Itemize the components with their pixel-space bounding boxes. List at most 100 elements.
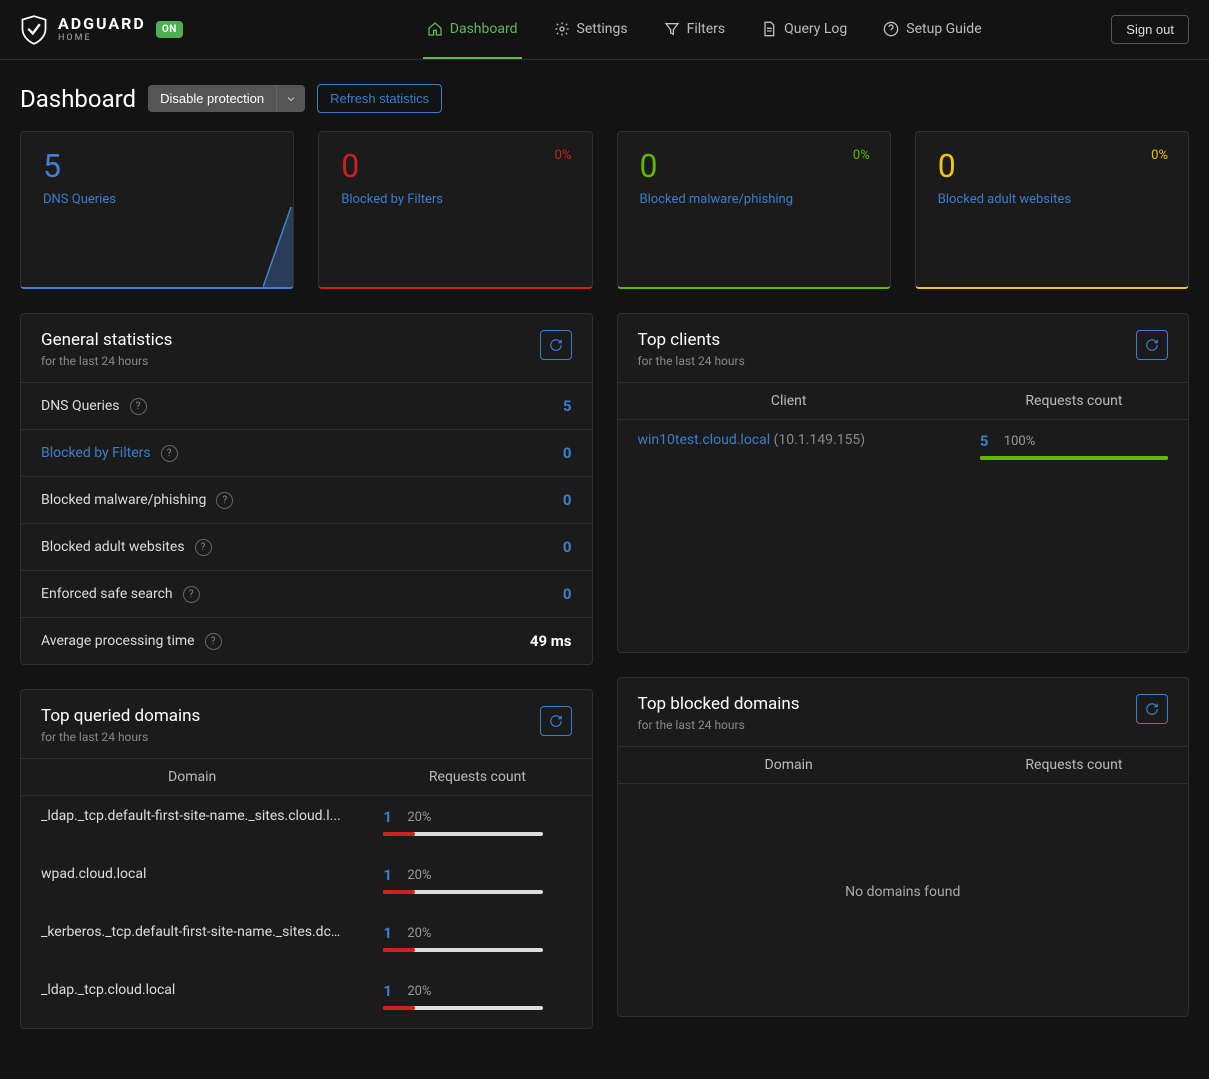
panel-subtitle: for the last 24 hours — [638, 718, 800, 732]
sparkline-icon — [263, 207, 293, 287]
stat-card-blocked-filters: 0% 0 Blocked by Filters — [318, 131, 592, 289]
stat-row: Blocked by Filters? 0 — [21, 429, 592, 476]
stat-card-dns-queries: 5 DNS Queries — [20, 131, 294, 289]
stat-label-link[interactable]: Blocked by Filters — [341, 192, 569, 207]
help-icon[interactable]: ? — [161, 445, 178, 462]
stat-row-label: Blocked adult websites — [41, 539, 185, 555]
page-title: Dashboard — [20, 85, 136, 113]
empty-message: No domains found — [618, 784, 1189, 1000]
stat-row-value: 49 ms — [530, 632, 572, 650]
stat-row: Enforced safe search? 0 — [21, 570, 592, 617]
filter-icon — [664, 21, 680, 37]
gear-icon — [554, 21, 570, 37]
document-icon — [761, 21, 777, 37]
table-row: _ldap._tcp.cloud.local 1 20% — [21, 970, 592, 1028]
nav-filters[interactable]: Filters — [660, 1, 730, 59]
stat-value: 0 — [341, 150, 569, 182]
panel-title: Top queried domains — [41, 706, 200, 726]
panel-top-blocked: Top blocked domains for the last 24 hour… — [617, 677, 1190, 1017]
help-icon[interactable]: ? — [216, 492, 233, 509]
col-requests: Requests count — [960, 383, 1188, 420]
nav-query-log[interactable]: Query Log — [757, 1, 851, 59]
request-count: 1 — [383, 866, 395, 884]
app-header: ADGUARD HOME ON Dashboard Settings Filte… — [0, 0, 1209, 60]
refresh-icon — [549, 338, 563, 352]
right-column: Top clients for the last 24 hours Client… — [617, 313, 1190, 1029]
avg-processing-row: Average processing time ? 49 ms — [21, 617, 592, 664]
stat-label-link[interactable]: DNS Queries — [43, 192, 271, 207]
refresh-stats-button[interactable]: Refresh statistics — [317, 84, 442, 113]
disable-protection-chevron[interactable] — [276, 85, 305, 112]
stat-row: Blocked adult websites?0 — [21, 523, 592, 570]
refresh-icon — [549, 714, 563, 728]
stat-label-link[interactable]: Blocked malware/phishing — [640, 192, 868, 207]
table-row: _kerberos._tcp.default-first-site-name._… — [21, 912, 592, 970]
request-pct: 20% — [407, 984, 431, 999]
stat-row: DNS Queries?5 — [21, 382, 592, 429]
help-icon[interactable]: ? — [205, 633, 222, 650]
refresh-panel-button[interactable] — [540, 706, 572, 736]
table-row: win10test.cloud.local (10.1.149.155) 5100… — [618, 420, 1189, 479]
request-pct: 20% — [407, 868, 431, 883]
left-column: General statistics for the last 24 hours… — [20, 313, 593, 1029]
help-icon[interactable]: ? — [183, 586, 200, 603]
stat-pct: 0% — [1151, 148, 1168, 163]
stat-value: 0 — [938, 150, 1166, 182]
client-link[interactable]: win10test.cloud.local (10.1.149.155) — [638, 432, 866, 448]
panel-title: Top clients — [638, 330, 745, 350]
disable-protection-dropdown: Disable protection — [148, 85, 305, 112]
nav-settings[interactable]: Settings — [550, 1, 632, 59]
requests-cell: 1 20% — [363, 970, 591, 1028]
col-requests: Requests count — [960, 747, 1188, 784]
requests-cell: 1 20% — [363, 854, 591, 912]
client-cell: win10test.cloud.local (10.1.149.155) — [618, 420, 960, 479]
request-pct: 20% — [407, 926, 431, 941]
brand-sub: HOME — [58, 34, 146, 43]
nav-dashboard[interactable]: Dashboard — [423, 1, 522, 59]
panel-subtitle: for the last 24 hours — [41, 354, 172, 368]
refresh-panel-button[interactable] — [540, 330, 572, 360]
request-pct: 20% — [407, 810, 431, 825]
domain-cell: _ldap._tcp.cloud.local — [21, 970, 363, 1028]
signout-button[interactable]: Sign out — [1111, 15, 1189, 44]
help-icon[interactable]: ? — [195, 539, 212, 556]
panel-top-queried: Top queried domains for the last 24 hour… — [20, 689, 593, 1029]
request-count: 1 — [383, 924, 395, 942]
nav-setup-guide[interactable]: Setup Guide — [879, 1, 985, 59]
panel-general-stats: General statistics for the last 24 hours… — [20, 313, 593, 665]
panel-subtitle: for the last 24 hours — [41, 730, 200, 744]
stat-row-label: Enforced safe search — [41, 586, 173, 602]
stat-pct: 0% — [555, 148, 572, 163]
col-domain: Domain — [618, 747, 960, 784]
main-nav: Dashboard Settings Filters Query Log Set… — [423, 1, 986, 59]
table-row: wpad.cloud.local 1 20% — [21, 854, 592, 912]
request-count: 1 — [383, 982, 395, 1000]
help-icon[interactable]: ? — [130, 398, 147, 415]
refresh-icon — [1145, 702, 1159, 716]
nav-label: Query Log — [784, 21, 847, 37]
shield-icon — [20, 15, 48, 45]
stat-card-blocked-malware: 0% 0 Blocked malware/phishing — [617, 131, 891, 289]
disable-protection-button[interactable]: Disable protection — [148, 85, 276, 112]
nav-label: Filters — [687, 21, 726, 37]
refresh-panel-button[interactable] — [1136, 330, 1168, 360]
stat-row-label[interactable]: Blocked by Filters — [41, 445, 151, 461]
requests-cell: 5100% — [960, 420, 1188, 479]
domain-cell: wpad.cloud.local — [21, 854, 363, 912]
chevron-down-icon — [285, 93, 297, 105]
table-row: _ldap._tcp.default-first-site-name._site… — [21, 796, 592, 854]
refresh-panel-button[interactable] — [1136, 694, 1168, 724]
stat-row-label: Blocked malware/phishing — [41, 492, 206, 508]
col-client: Client — [618, 383, 960, 420]
request-count: 5 — [980, 432, 992, 450]
stat-row-value: 0 — [563, 585, 572, 603]
logo[interactable]: ADGUARD HOME ON — [20, 15, 183, 45]
stat-label-link[interactable]: Blocked adult websites — [938, 192, 1166, 207]
panel-title: Top blocked domains — [638, 694, 800, 714]
stat-value: 5 — [43, 150, 271, 182]
brand-name: ADGUARD — [58, 16, 146, 32]
domain-cell: _kerberos._tcp.default-first-site-name._… — [21, 912, 363, 970]
stat-card-blocked-adult: 0% 0 Blocked adult websites — [915, 131, 1189, 289]
stat-row-value: 0 — [563, 444, 572, 462]
page-header: Dashboard Disable protection Refresh sta… — [0, 60, 1209, 131]
